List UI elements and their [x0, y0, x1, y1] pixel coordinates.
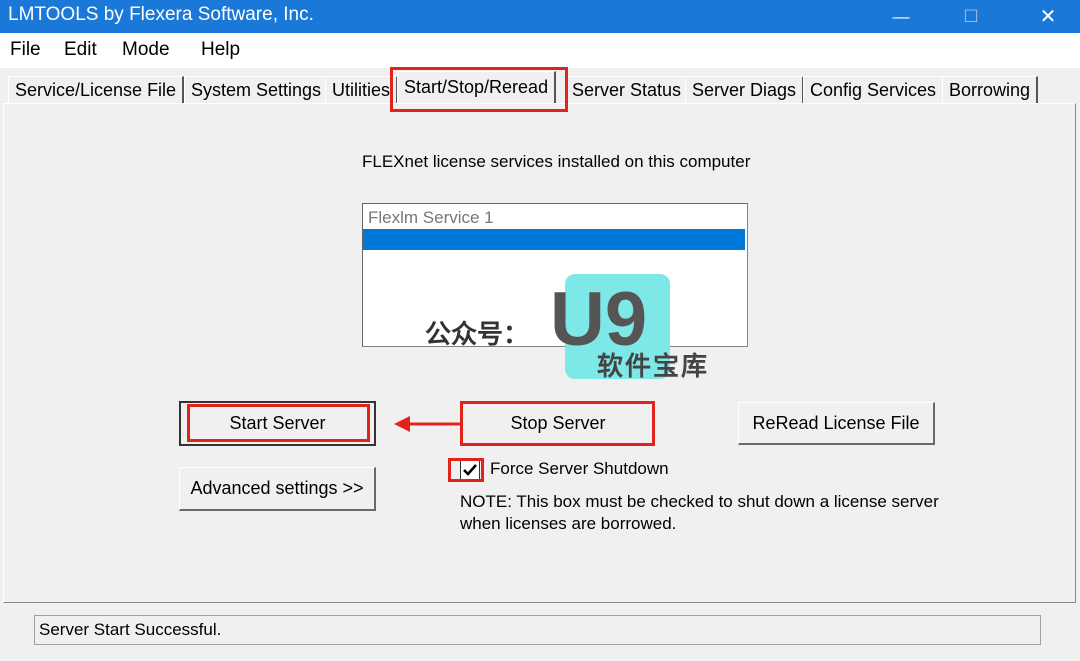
checkmark-icon — [463, 464, 477, 476]
tab-start-stop-reread[interactable]: Start/Stop/Reread — [397, 71, 557, 103]
status-text: Server Start Successful. — [39, 620, 222, 639]
service-item-siemens-selected[interactable]: Siemens PLM License Server — [363, 229, 745, 250]
minimize-button[interactable]: — — [878, 0, 924, 33]
note-line-2: when licenses are borrowed. — [460, 514, 677, 533]
menu-file[interactable]: File — [10, 39, 41, 61]
window-title: LMTOOLS by Flexera Software, Inc. — [8, 4, 314, 25]
menu-help[interactable]: Help — [201, 39, 240, 61]
close-button[interactable]: ✕ — [1025, 0, 1071, 33]
force-shutdown-checkbox[interactable] — [460, 460, 480, 480]
force-shutdown-label: Force Server Shutdown — [490, 459, 669, 478]
title-bar: LMTOOLS by Flexera Software, Inc. — ☐ ✕ — [0, 0, 1080, 33]
services-heading: FLEXnet license services installed on th… — [362, 152, 751, 171]
advanced-settings-label: Advanced settings >> — [190, 478, 364, 498]
stop-server-label: Stop Server — [510, 412, 606, 433]
service-item-flexlm[interactable]: Flexlm Service 1 — [363, 207, 745, 228]
start-server-button[interactable]: Start Server — [179, 401, 376, 446]
menu-mode[interactable]: Mode — [122, 39, 170, 61]
reread-license-button[interactable]: ReRead License File — [738, 402, 935, 445]
tab-system-settings[interactable]: System Settings — [184, 76, 330, 103]
note-line-1: NOTE: This box must be checked to shut d… — [460, 492, 939, 511]
menu-bar: File Edit Mode Help — [0, 33, 1080, 68]
tab-server-diags[interactable]: Server Diags — [685, 76, 805, 103]
tab-service-license-file[interactable]: Service/License File — [8, 76, 185, 103]
reread-license-label: ReRead License File — [752, 412, 920, 433]
tab-borrowing[interactable]: Borrowing — [942, 76, 1039, 103]
advanced-settings-button[interactable]: Advanced settings >> — [179, 467, 376, 511]
tab-strip: Service/License File System Settings Uti… — [0, 68, 1080, 106]
tab-config-services[interactable]: Config Services — [803, 76, 945, 103]
services-listbox[interactable]: Flexlm Service 1 Siemens PLM License Ser… — [362, 203, 748, 347]
stop-server-button[interactable]: Stop Server — [462, 402, 655, 445]
status-bar: Server Start Successful. — [34, 615, 1041, 645]
tab-server-status[interactable]: Server Status — [565, 76, 690, 103]
red-arrow-icon — [394, 416, 460, 432]
tab-utilities[interactable]: Utilities — [325, 76, 399, 103]
maximize-button[interactable]: ☐ — [948, 0, 994, 33]
start-server-label: Start Server — [229, 413, 326, 433]
menu-edit[interactable]: Edit — [64, 39, 97, 61]
